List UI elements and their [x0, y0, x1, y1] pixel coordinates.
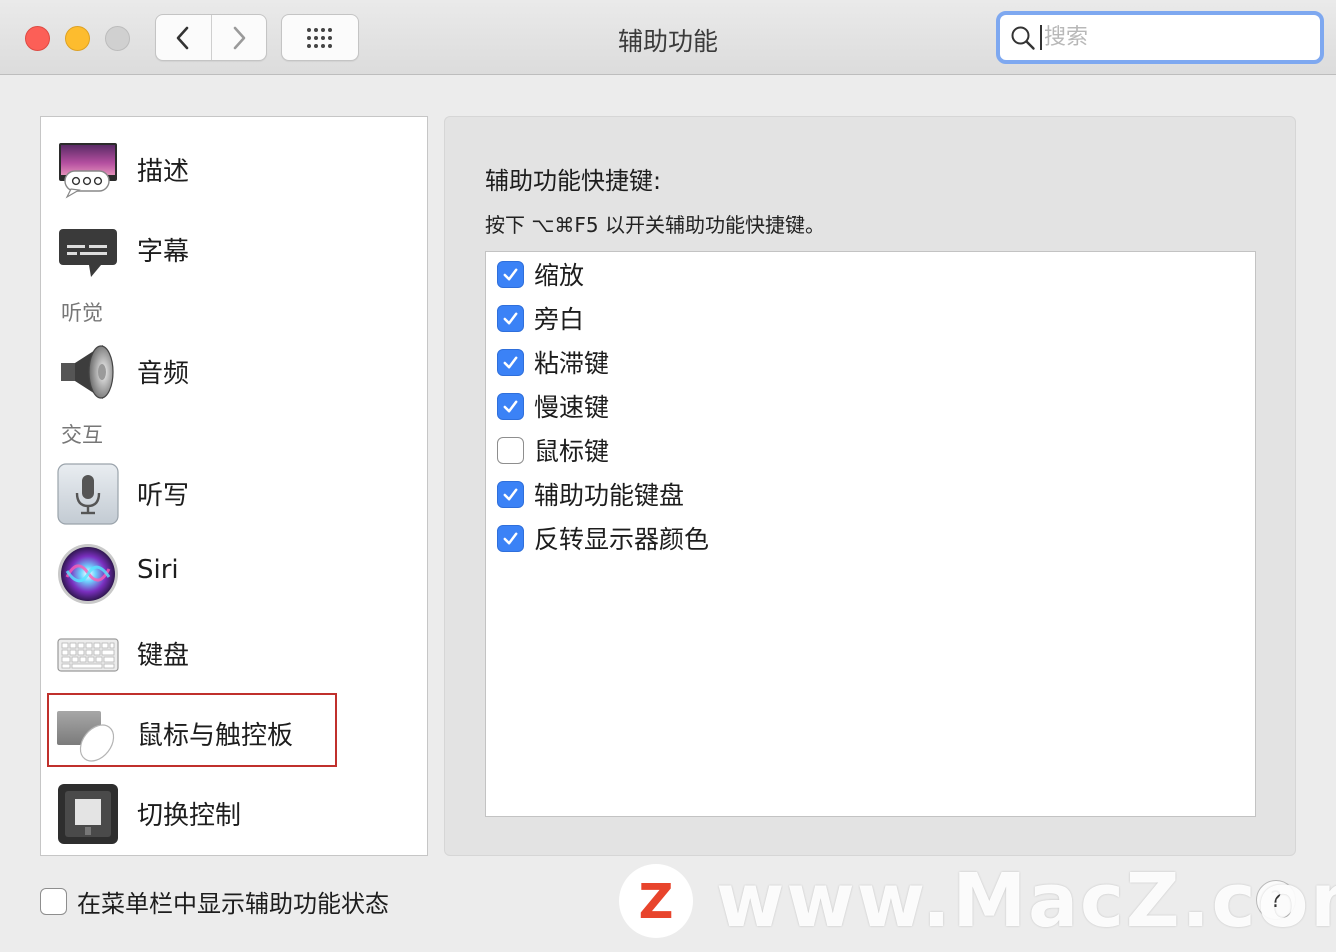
option-slow-keys[interactable]: 慢速键	[497, 388, 609, 424]
sidebar-section-hearing: 听觉	[61, 301, 103, 325]
keyboard-icon	[57, 638, 119, 672]
checkbox-checked[interactable]	[497, 304, 524, 332]
option-label: 反转显示器颜色	[534, 525, 710, 554]
settings-pane: 辅助功能快捷键: 按下 ⌥⌘F5 以开关辅助功能快捷键。 缩放 旁白 粘滞键 慢…	[444, 116, 1296, 856]
option-voiceover[interactable]: 旁白	[497, 300, 584, 336]
option-label: 粘滞键	[534, 349, 610, 378]
sidebar-item-dictation[interactable]: 听写	[41, 455, 427, 531]
sidebar-item-label: 字幕	[137, 237, 190, 267]
watermark: Z www.MacZ.com	[618, 858, 1336, 944]
checkbox-unchecked[interactable]	[497, 436, 524, 464]
checkmark-icon	[503, 356, 518, 368]
window-toolbar: 辅助功能	[0, 0, 1336, 75]
macz-logo-icon: Z	[618, 863, 694, 939]
sidebar-item-label: 切换控制	[137, 801, 242, 831]
forward-button[interactable]	[210, 15, 267, 60]
shortcut-description: 按下 ⌥⌘F5 以开关辅助功能快捷键。	[485, 213, 825, 237]
sidebar-item-label: 键盘	[137, 641, 190, 671]
switch-control-icon	[58, 784, 118, 844]
back-button[interactable]	[156, 15, 211, 60]
minimize-window-button[interactable]	[65, 26, 90, 51]
sidebar-item-keyboard[interactable]: 键盘	[41, 615, 427, 691]
sidebar-item-label: Siri	[137, 555, 179, 585]
option-mouse-keys[interactable]: 鼠标键	[497, 432, 609, 468]
checkbox-checked[interactable]	[497, 524, 524, 552]
show-all-button[interactable]	[281, 14, 359, 61]
option-label: 鼠标键	[534, 437, 610, 466]
option-sticky-keys[interactable]: 粘滞键	[497, 344, 609, 380]
sidebar-item-label: 音频	[137, 359, 190, 389]
navigation-buttons	[155, 14, 267, 61]
captions-icon	[59, 229, 117, 277]
sidebar-item-descriptions[interactable]: 描述	[41, 131, 427, 207]
checkmark-icon	[503, 268, 518, 280]
checkbox-unchecked[interactable]	[40, 888, 67, 915]
checkbox-checked[interactable]	[497, 480, 524, 508]
zoom-window-button[interactable]	[105, 26, 130, 51]
siri-icon	[58, 544, 118, 604]
checkbox-checked[interactable]	[497, 348, 524, 376]
chevron-left-icon	[176, 26, 189, 49]
search-input[interactable]	[1040, 25, 1310, 50]
show-status-in-menu-bar[interactable]: 在菜单栏中显示辅助功能状态	[40, 884, 389, 919]
show-status-label: 在菜单栏中显示辅助功能状态	[77, 890, 389, 918]
close-window-button[interactable]	[25, 26, 50, 51]
sidebar-item-label: 听写	[137, 481, 190, 511]
chevron-right-icon	[233, 26, 246, 49]
checkbox-checked[interactable]	[497, 260, 524, 288]
checkmark-icon	[503, 400, 518, 412]
checkmark-icon	[503, 532, 518, 544]
shortcut-options-list: 缩放 旁白 粘滞键 慢速键 鼠标键 辅助功能键盘 反转显示器颜色	[485, 251, 1256, 817]
option-zoom[interactable]: 缩放	[497, 256, 584, 292]
option-accessibility-keyboard[interactable]: 辅助功能键盘	[497, 476, 684, 512]
checkmark-icon	[503, 488, 518, 500]
speaker-icon	[61, 345, 114, 399]
sidebar-item-label: 描述	[137, 157, 190, 187]
option-label: 缩放	[534, 261, 585, 290]
option-label: 慢速键	[534, 393, 610, 422]
search-icon	[1010, 25, 1036, 51]
option-invert-colors[interactable]: 反转显示器颜色	[497, 520, 709, 556]
sidebar-item-siri[interactable]: Siri	[41, 535, 427, 611]
checkbox-checked[interactable]	[497, 392, 524, 420]
descriptions-icon	[59, 143, 117, 199]
watermark-text: www.MacZ.com	[716, 858, 1336, 944]
search-field[interactable]	[996, 11, 1324, 64]
sidebar: 描述 字幕 听觉 音频 交互 听写 Siri 键盘 鼠标与触控板 切换控制	[40, 116, 428, 856]
sidebar-item-switch-control[interactable]: 切换控制	[41, 775, 427, 851]
sidebar-item-captions[interactable]: 字幕	[41, 211, 427, 287]
option-label: 辅助功能键盘	[534, 481, 685, 510]
sidebar-section-interaction: 交互	[61, 423, 103, 447]
grid-icon	[307, 27, 332, 48]
microphone-icon	[57, 463, 119, 525]
selection-highlight	[47, 693, 337, 767]
checkmark-icon	[503, 312, 518, 324]
option-label: 旁白	[534, 305, 585, 334]
shortcut-title: 辅助功能快捷键:	[485, 167, 662, 195]
svg-text:Z: Z	[639, 874, 674, 930]
sidebar-item-audio[interactable]: 音频	[41, 333, 427, 409]
